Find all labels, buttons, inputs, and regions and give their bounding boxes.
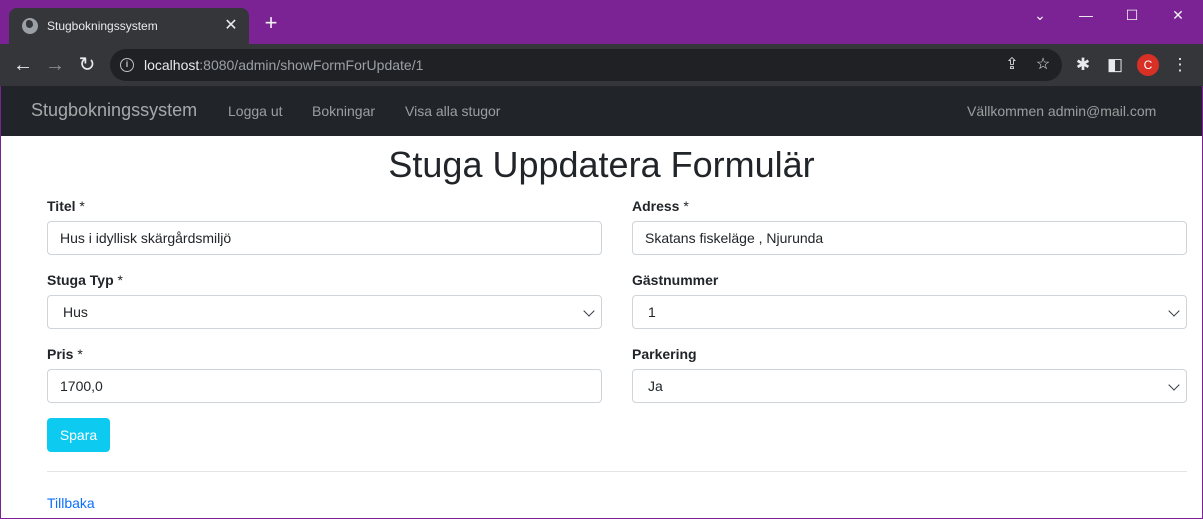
sidebar-icon[interactable]: ◧ bbox=[1103, 53, 1127, 77]
gastnummer-value: 1 bbox=[648, 304, 656, 320]
divider bbox=[47, 471, 1187, 472]
save-button[interactable]: Spara bbox=[47, 418, 110, 452]
tab-title: Stugbokningssystem bbox=[47, 19, 158, 33]
parkering-label: Parkering bbox=[632, 346, 697, 362]
pris-label: Pris * bbox=[47, 346, 83, 362]
pris-input[interactable]: 1700,0 bbox=[47, 369, 602, 403]
reload-icon[interactable]: ↻ bbox=[74, 52, 100, 78]
stuga-typ-label: Stuga Typ * bbox=[47, 272, 123, 288]
url-text[interactable]: localhost:8080/admin/showFormForUpdate/1 bbox=[144, 57, 423, 73]
gastnummer-select[interactable]: 1 bbox=[632, 295, 1187, 329]
gastnummer-label: Gästnummer bbox=[632, 272, 719, 288]
adress-input[interactable]: Skatans fiskeläge , Njurunda bbox=[632, 221, 1187, 255]
nav-link-logout[interactable]: Logga ut bbox=[228, 103, 283, 119]
back-icon[interactable]: ← bbox=[10, 52, 36, 78]
window-border bbox=[0, 86, 1, 519]
browser-toolbar: ← → ↻ i localhost:8080/admin/showFormFor… bbox=[0, 44, 1203, 86]
maximize-button[interactable]: ☐ bbox=[1109, 4, 1155, 26]
parkering-value: Ja bbox=[648, 378, 663, 394]
titel-label: Titel * bbox=[47, 198, 85, 214]
site-navbar: Stugbokningssystem Logga ut Bokningar Vi… bbox=[1, 86, 1202, 136]
back-link[interactable]: Tillbaka bbox=[47, 495, 95, 511]
close-window-button[interactable]: ✕ bbox=[1155, 4, 1201, 26]
nav-link-all-cabins[interactable]: Visa alla stugor bbox=[405, 103, 500, 119]
menu-icon[interactable]: ⋮ bbox=[1168, 53, 1192, 77]
forward-icon[interactable]: → bbox=[42, 52, 68, 78]
browser-tab-strip: Stugbokningssystem ✕ + ⌄ — ☐ ✕ bbox=[0, 0, 1203, 44]
extensions-icon[interactable]: ✱ bbox=[1071, 53, 1095, 77]
info-icon[interactable]: i bbox=[120, 58, 134, 72]
welcome-text: Vällkommen admin@mail.com bbox=[967, 103, 1157, 119]
tab-search-button[interactable]: ⌄ bbox=[1017, 4, 1063, 26]
globe-icon bbox=[22, 18, 38, 34]
new-tab-button[interactable]: + bbox=[260, 12, 282, 34]
titel-input[interactable]: Hus i idyllisk skärgårdsmiljö bbox=[47, 221, 602, 255]
chevron-down-icon bbox=[583, 305, 595, 317]
page-viewport: Stugbokningssystem Logga ut Bokningar Vi… bbox=[1, 86, 1202, 518]
minimize-button[interactable]: — bbox=[1063, 4, 1109, 26]
page-title: Stuga Uppdatera Formulär bbox=[388, 144, 815, 185]
address-bar[interactable]: i localhost:8080/admin/showFormForUpdate… bbox=[110, 49, 1062, 81]
nav-link-bookings[interactable]: Bokningar bbox=[312, 103, 375, 119]
star-icon[interactable]: ☆ bbox=[1033, 55, 1053, 75]
navbar-brand[interactable]: Stugbokningssystem bbox=[31, 100, 197, 121]
stuga-typ-value: Hus bbox=[63, 304, 88, 320]
close-tab-icon[interactable]: ✕ bbox=[223, 18, 239, 34]
stuga-typ-select[interactable]: Hus bbox=[47, 295, 602, 329]
parkering-select[interactable]: Ja bbox=[632, 369, 1187, 403]
browser-tab[interactable]: Stugbokningssystem ✕ bbox=[9, 8, 249, 44]
chevron-down-icon bbox=[1168, 305, 1180, 317]
share-icon[interactable]: ⇪ bbox=[1002, 55, 1022, 75]
adress-label: Adress * bbox=[632, 198, 689, 214]
chevron-down-icon bbox=[1168, 379, 1180, 391]
profile-avatar[interactable]: C bbox=[1137, 54, 1159, 76]
